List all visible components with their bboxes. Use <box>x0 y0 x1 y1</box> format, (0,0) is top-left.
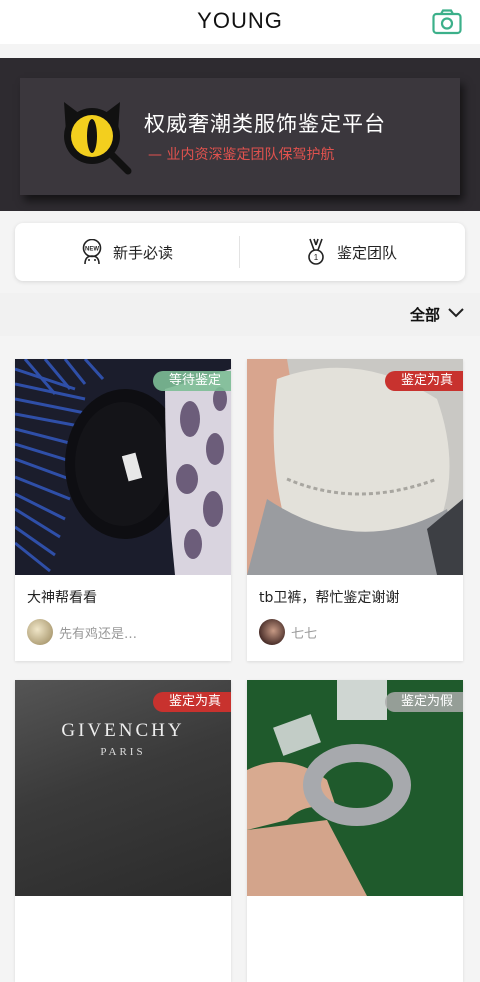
banner-subtitle: — 业内资深鉴定团队保驾护航 <box>148 147 335 163</box>
filter-dropdown-label[interactable]: 全部 <box>410 304 440 325</box>
promo-banner[interactable]: 权威奢潮类服饰鉴定平台 — 业内资深鉴定团队保驾护航 <box>20 78 460 195</box>
appraisal-team-label: 鉴定团队 <box>337 243 398 262</box>
post-card[interactable]: 等待鉴定 大神帮看看 先有鸡还是… <box>15 359 231 661</box>
medal-icon: 1 <box>308 238 324 265</box>
author-name: 七七 <box>291 626 318 642</box>
quick-links-panel: NEW 新手必读 1 鉴定团队 <box>15 223 465 281</box>
post-image: GIVENCHY PARIS 鉴定为真 <box>15 680 231 896</box>
svg-text:NEW: NEW <box>85 247 99 253</box>
svg-text:1: 1 <box>314 253 319 262</box>
avatar <box>27 619 53 645</box>
post-card[interactable]: 鉴定为真 tb卫裤，帮忙鉴定谢谢 七七 <box>247 359 463 661</box>
cat-eye-logo-icon <box>64 102 132 175</box>
camera-icon[interactable] <box>432 9 462 35</box>
promo-banner-area: 权威奢潮类服饰鉴定平台 — 业内资深鉴定团队保驾护航 <box>0 58 480 211</box>
chevron-down-icon[interactable] <box>448 307 464 319</box>
post-image: 鉴定为真 <box>247 359 463 575</box>
banner-title: 权威奢潮类服饰鉴定平台 <box>144 112 386 136</box>
app-title: YOUNG <box>197 8 283 33</box>
status-badge: 鉴定为真 <box>152 692 231 712</box>
filter-bar: 全部 <box>0 293 480 336</box>
post-image: 鉴定为假 <box>247 680 463 896</box>
post-author[interactable]: 先有鸡还是… <box>27 619 137 645</box>
product-brand-text: GIVENCHY <box>61 720 185 741</box>
status-badge: 等待鉴定 <box>152 371 231 391</box>
author-name: 先有鸡还是… <box>59 626 138 642</box>
post-title: 大神帮看看 <box>27 590 97 606</box>
post-image: 等待鉴定 <box>15 359 231 575</box>
appraisal-team-link[interactable]: 1 鉴定团队 <box>305 223 397 281</box>
beginner-guide-label: 新手必读 <box>113 243 174 262</box>
post-author[interactable]: 七七 <box>259 619 317 645</box>
status-badge: 鉴定为真 <box>384 371 463 391</box>
status-badge: 鉴定为假 <box>384 692 463 712</box>
post-card[interactable]: GIVENCHY PARIS 鉴定为真 <box>15 680 231 982</box>
quick-links-divider <box>239 236 240 268</box>
product-city-text: PARIS <box>100 746 146 758</box>
new-robot-icon: NEW <box>82 239 102 265</box>
avatar <box>259 619 285 645</box>
post-card[interactable]: 鉴定为假 <box>247 680 463 982</box>
beginner-guide-link[interactable]: NEW 新手必读 <box>81 223 173 281</box>
post-title: tb卫裤，帮忙鉴定谢谢 <box>259 590 400 606</box>
top-nav-bar: YOUNG <box>0 0 480 44</box>
